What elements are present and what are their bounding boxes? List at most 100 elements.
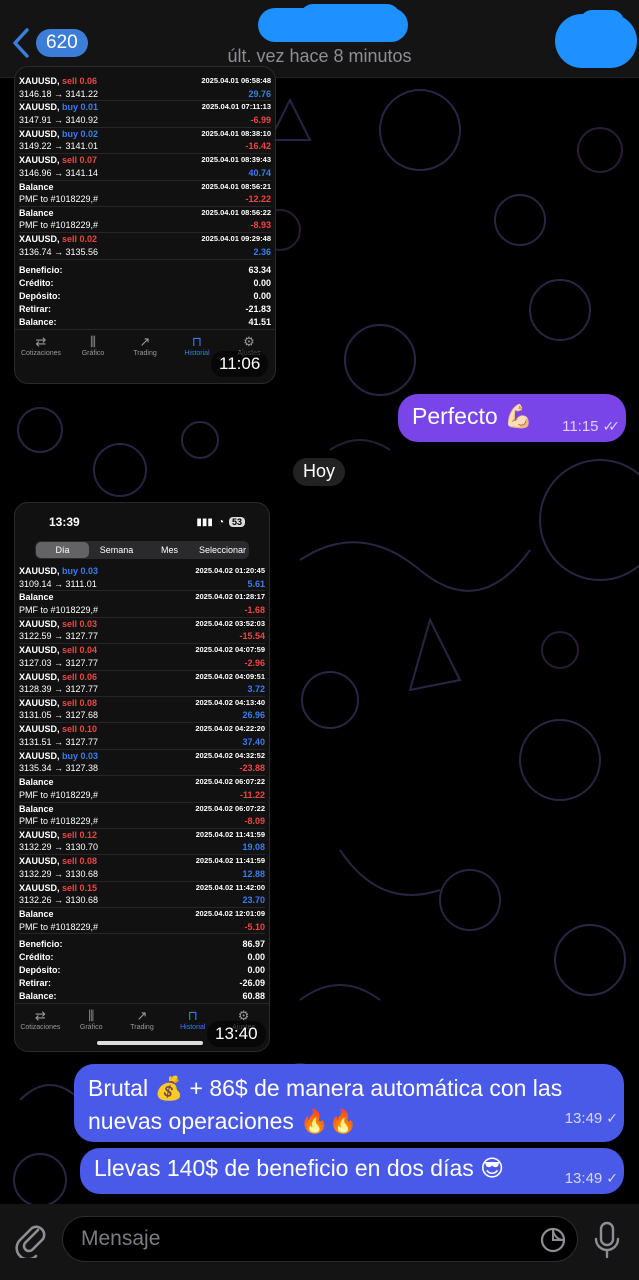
microphone-icon[interactable] <box>592 1220 622 1260</box>
trade-row: Balance 2025.04.02 12:01:09 PMF to #10182… <box>19 908 265 935</box>
symbol: Balance <box>19 207 54 218</box>
trade-time: 2025.04.01 08:38:10 <box>201 128 271 138</box>
symbol: XAUUSD, <box>19 645 60 656</box>
summary-value: 60.88 <box>242 991 265 1002</box>
trade-prices: 3131.51 → 3127.77 <box>19 736 99 747</box>
summary-value: 86.97 <box>242 939 265 950</box>
message-input[interactable] <box>63 1217 503 1261</box>
trade-row: XAUUSD, sell 0.03 2025.04.02 03:52:03 3122… <box>19 618 265 645</box>
trade-prices: 3132.29 → 3130.68 <box>19 868 99 879</box>
trade-action: buy 0.01 <box>62 102 99 113</box>
trade-time: 2025.04.01 08:39:43 <box>201 155 271 165</box>
trade-prices: 3135.34 → 3127.38 <box>19 763 99 774</box>
signal-icon: ▮▮▮ <box>196 516 213 528</box>
period-segmented-control: Día Semana Mes Seleccionar <box>35 541 249 559</box>
symbol: XAUUSD, <box>19 697 60 708</box>
symbol: XAUUSD, <box>19 829 60 840</box>
trade-action: sell 0.04 <box>62 645 98 656</box>
trade-time: 2025.04.01 06:58:48 <box>201 76 271 85</box>
trade-profit: -23.88 <box>239 763 265 774</box>
account-summary: Beneficio: 86.97 Crédito: 0.00 Depósito: 0.00… <box>15 934 269 1003</box>
summary-row: Beneficio: 63.34 <box>19 264 271 277</box>
swap-arrows-icon: ⇄ <box>35 333 47 349</box>
trade-time: 2025.04.02 04:13:40 <box>195 697 265 707</box>
trade-row: XAUUSD, sell 0.07 2025.04.01 08:39:43 3146… <box>19 154 271 181</box>
trade-action: sell 0.06 <box>62 76 98 86</box>
summary-label: Depósito: <box>19 965 61 976</box>
summary-label: Balance: <box>19 991 57 1002</box>
summary-label: Depósito: <box>19 290 61 301</box>
summary-value: 0.00 <box>253 290 271 301</box>
trade-row: Balance 2025.04.01 08:56:22 PMF to #10182… <box>19 207 271 234</box>
summary-row: Beneficio: 86.97 <box>19 938 265 951</box>
symbol: Balance <box>19 909 54 920</box>
summary-label: Crédito: <box>19 952 54 963</box>
trade-row: XAUUSD, sell 0.15 2025.04.02 11:42:00 3132… <box>19 882 265 909</box>
trade-time: 2025.04.01 08:56:22 <box>201 207 271 217</box>
summary-row: Retirar: -26.09 <box>19 977 265 990</box>
trade-prices: PMF to #1018229,# <box>19 789 99 800</box>
trade-row: Balance 2025.04.02 06:07:22 PMF to #10182… <box>19 803 265 829</box>
trade-prices: 3127.03 → 3127.77 <box>19 657 99 668</box>
candles-icon: ⫼ <box>88 1008 95 1024</box>
trend-icon: ↗ <box>139 333 151 349</box>
trade-row: XAUUSD, sell 0.06 2025.04.01 06:58:48 3146… <box>19 75 271 102</box>
trade-row: XAUUSD, buy 0.02 2025.04.01 08:38:10 3149.… <box>19 128 271 155</box>
redacted-avatar-part <box>580 10 624 34</box>
trade-profit: 26.96 <box>242 710 265 721</box>
trade-time: 2025.04.02 04:32:52 <box>195 750 265 760</box>
summary-value: -21.83 <box>245 303 271 314</box>
inbox-icon: ⊓ <box>187 1008 198 1024</box>
trade-profit: 12.88 <box>242 868 265 879</box>
outgoing-message[interactable]: Llevas 140$ de beneficio en dos días 😎 1… <box>80 1148 624 1194</box>
outgoing-message[interactable]: Brutal 💰 + 86$ de manera automática con … <box>74 1064 624 1142</box>
symbol: XAUUSD, <box>19 882 60 893</box>
trade-profit: 2.36 <box>253 246 271 257</box>
symbol: XAUUSD, <box>19 618 60 629</box>
trade-prices: 3136.74 → 3135.56 <box>19 246 99 257</box>
attach-icon[interactable] <box>14 1220 48 1258</box>
trade-profit: 37.40 <box>242 736 265 747</box>
redacted-contact-name-part <box>300 4 400 30</box>
image-message-2[interactable]: 13:39 ▮▮▮ ◔ 53 Día Semana Mes Seleccionar X… <box>14 502 270 1052</box>
summary-row: Crédito: 0.00 <box>19 277 271 290</box>
message-composer <box>0 1204 639 1280</box>
inbox-icon: ⊓ <box>191 333 203 349</box>
message-meta: 13:49 ✓ <box>565 1170 618 1187</box>
trade-profit: 19.08 <box>242 842 265 853</box>
summary-label: Crédito: <box>19 277 54 288</box>
sticker-icon[interactable] <box>539 1226 567 1254</box>
segment-1: Semana <box>99 545 134 555</box>
message-text: Perfecto 💪🏻 <box>412 403 533 429</box>
trade-row: XAUUSD, buy 0.03 2025.04.02 01:20:45 3109.… <box>19 565 265 592</box>
message-time: 11:15 <box>562 418 599 435</box>
tab-label: Trading <box>130 1024 154 1032</box>
summary-value: 0.00 <box>247 965 265 976</box>
segment-3: Seleccionar <box>198 545 247 555</box>
trade-profit: -11.22 <box>239 789 265 800</box>
summary-value: 63.34 <box>248 264 271 275</box>
image-message-1[interactable]: XAUUSD, sell 0.06 2025.04.01 06:58:48 3146… <box>14 66 276 384</box>
trade-prices: 3128.39 → 3127.77 <box>19 684 99 695</box>
gear-icon: ⚙ <box>243 333 255 349</box>
trade-action: sell 0.15 <box>62 882 98 893</box>
symbol: XAUUSD, <box>19 76 60 86</box>
trade-prices: 3109.14 → 3111.01 <box>19 578 97 589</box>
trade-profit: -15.54 <box>239 631 265 642</box>
trade-row: XAUUSD, sell 0.04 2025.04.02 04:07:59 3127… <box>19 644 265 671</box>
trade-time: 2025.04.01 08:56:21 <box>201 181 271 191</box>
trade-prices: 3146.18 → 3141.22 <box>19 88 99 99</box>
trade-prices: PMF to #1018229,# <box>19 194 99 205</box>
trade-prices: PMF to #1018229,# <box>19 604 99 615</box>
trade-time: 2025.04.01 07:11:13 <box>201 102 271 112</box>
trade-prices: 3122.59 → 3127.77 <box>19 631 99 642</box>
home-indicator <box>97 1041 203 1045</box>
trade-action: sell 0.06 <box>62 671 98 682</box>
trade-prices: 3147.91 → 3140.92 <box>19 114 99 125</box>
outgoing-message[interactable]: Perfecto 💪🏻 11:15 ✓✓ <box>398 394 626 442</box>
symbol: Balance <box>19 181 54 192</box>
trade-action: sell 0.03 <box>62 618 98 629</box>
wifi-icon: ◔ <box>217 516 224 528</box>
tab-cotizaciones: ⇄ Cotizaciones <box>15 1008 65 1031</box>
battery-icon: 53 <box>228 517 245 527</box>
